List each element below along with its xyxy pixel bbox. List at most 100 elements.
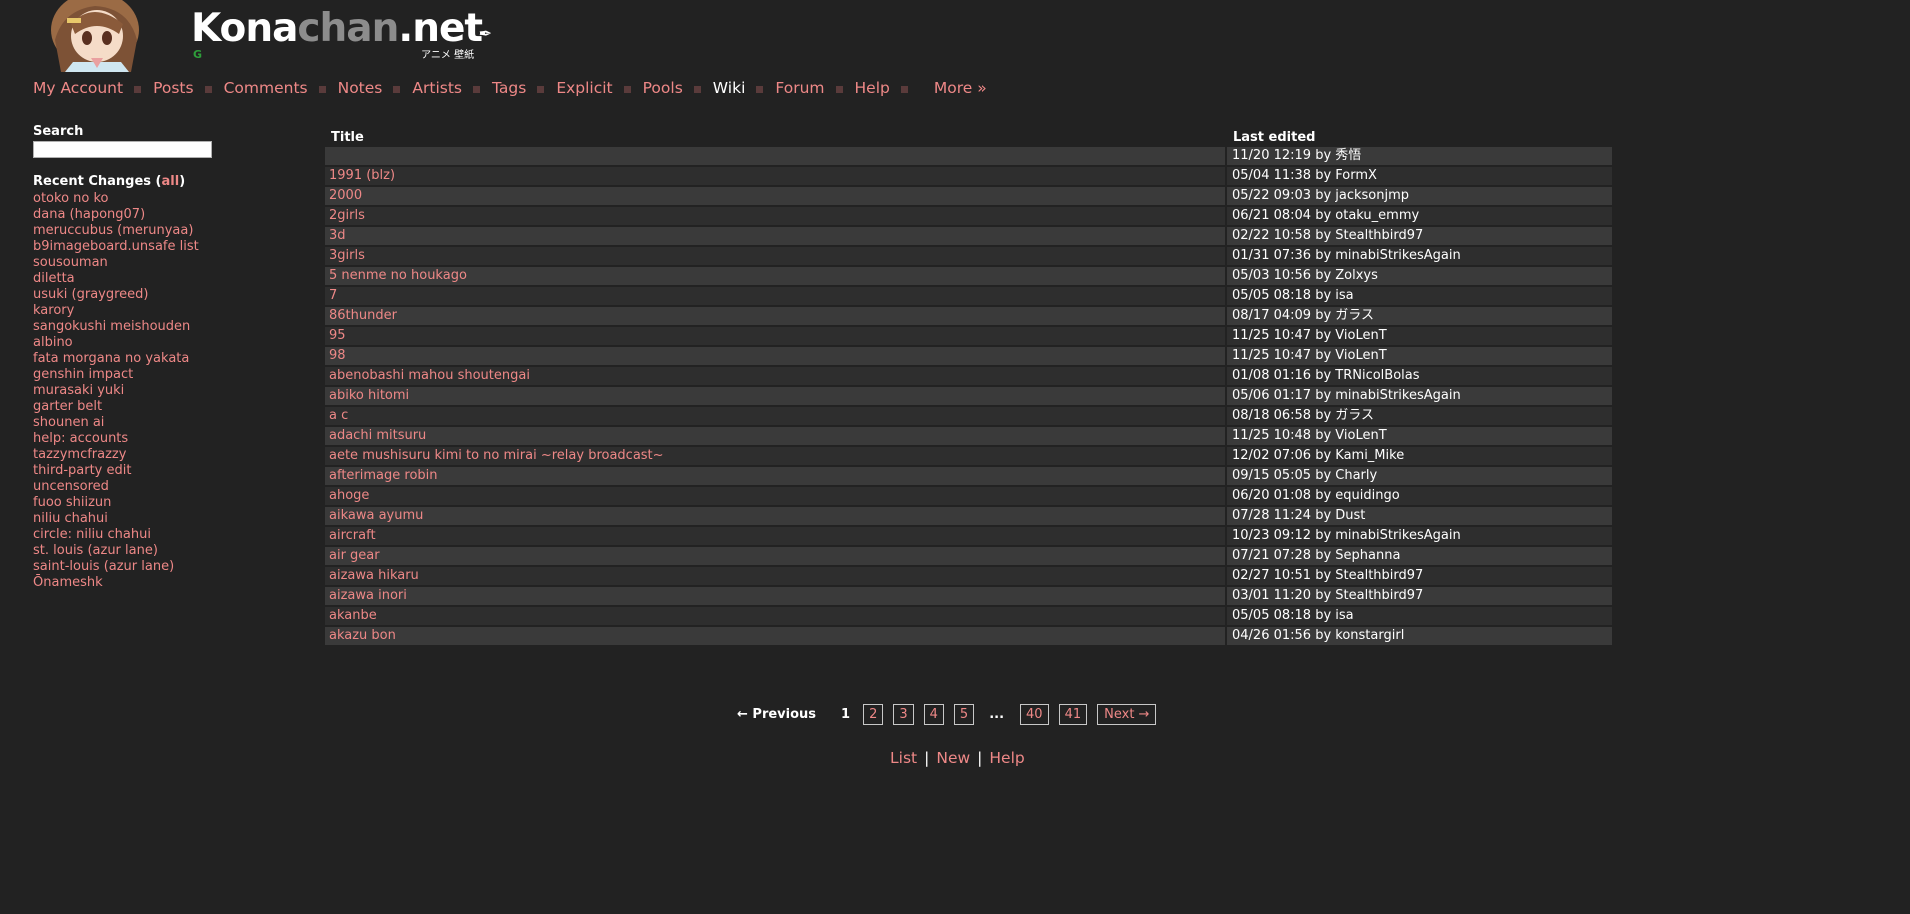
recent-change-link[interactable]: karory (33, 303, 233, 319)
main-nav: My Account Posts Comments Notes Artists … (33, 78, 987, 98)
wiki-page-link[interactable]: aete mushisuru kimi to no mirai ~relay b… (329, 448, 664, 463)
recent-change-link[interactable]: garter belt (33, 399, 233, 415)
recent-change-link[interactable]: otoko no ko (33, 191, 233, 207)
table-row: 3girls 01/31 07:36 by minabiStrikesAgain (325, 247, 1612, 267)
nav-more[interactable]: More » (934, 79, 987, 97)
nav-explicit[interactable]: Explicit (556, 79, 612, 97)
recent-change-link[interactable]: b9imageboard.unsafe list (33, 239, 233, 255)
wiki-page-title-cell: aete mushisuru kimi to no mirai ~relay b… (325, 447, 1227, 467)
recent-change-link[interactable]: tazzymcfrazzy (33, 447, 233, 463)
nav-wiki[interactable]: Wiki (713, 79, 746, 97)
page-5-link[interactable]: 5 (953, 703, 975, 725)
nav-artists[interactable]: Artists (412, 79, 462, 97)
wiki-page-title-cell: aikawa ayumu (325, 507, 1227, 527)
table-row: 1991 (blz) 05/04 11:38 by FormX (325, 167, 1612, 187)
next-page-button[interactable]: Next → (1097, 703, 1157, 725)
wiki-page-link[interactable]: 95 (329, 328, 346, 343)
last-edited-cell: 11/25 10:48 by VioLenT (1227, 427, 1612, 447)
wiki-page-link[interactable]: 1991 (blz) (329, 168, 395, 183)
nav-tags[interactable]: Tags (492, 79, 526, 97)
recent-change-link[interactable]: third-party edit (33, 463, 233, 479)
recent-change-link[interactable]: meruccubus (merunyaa) (33, 223, 233, 239)
nav-posts[interactable]: Posts (153, 79, 194, 97)
wiki-page-title-cell: 3d (325, 227, 1227, 247)
page-41-link[interactable]: 41 (1058, 703, 1088, 725)
recent-change-link[interactable]: uncensored (33, 479, 233, 495)
page-3-link[interactable]: 3 (893, 703, 914, 725)
logo-g-badge: G (193, 48, 203, 61)
wiki-page-link[interactable]: akanbe (329, 608, 377, 623)
wiki-page-title-cell: 2000 (325, 187, 1227, 207)
wiki-page-title-cell: 3girls (325, 247, 1227, 267)
recent-change-link[interactable]: Ōnameshk (33, 575, 233, 591)
nav-notes[interactable]: Notes (338, 79, 383, 97)
wiki-page-title-cell: ahoge (325, 487, 1227, 507)
wiki-page-link[interactable]: afterimage robin (329, 468, 438, 483)
nav-separator (472, 85, 480, 93)
wiki-page-link[interactable]: 98 (329, 348, 346, 363)
wiki-page-title-cell: aircraft (325, 527, 1227, 547)
nav-separator (835, 85, 843, 93)
wiki-page-link[interactable]: 7 (329, 288, 337, 303)
wiki-page-title-cell: abiko hitomi (325, 387, 1227, 407)
nav-forum[interactable]: Forum (775, 79, 824, 97)
wiki-page-link[interactable]: 86thunder (329, 308, 397, 323)
wiki-page-link[interactable]: 3girls (329, 248, 365, 263)
recent-change-link[interactable]: circle: niliu chahui (33, 527, 233, 543)
recent-changes-title: Recent Changes (all) (33, 174, 233, 190)
wiki-page-link[interactable]: 5 nenme no houkago (329, 268, 467, 283)
recent-change-link[interactable]: saint-louis (azur lane) (33, 559, 233, 575)
wiki-page-link[interactable]: aircraft (329, 528, 376, 543)
wiki-page-link[interactable]: a c (329, 408, 348, 423)
wiki-page-link[interactable]: 2000 (329, 188, 362, 203)
table-row: 98 11/25 10:47 by VioLenT (325, 347, 1612, 367)
new-link[interactable]: New (936, 749, 970, 767)
list-link[interactable]: List (890, 749, 917, 767)
wiki-page-link[interactable]: air gear (329, 548, 380, 563)
recent-change-link[interactable]: fata morgana no yakata (33, 351, 233, 367)
nav-separator (134, 85, 142, 93)
wiki-page-title-cell: 95 (325, 327, 1227, 347)
help-link[interactable]: Help (989, 749, 1024, 767)
table-row: 5 nenme no houkago 05/03 10:56 by Zolxys (325, 267, 1612, 287)
recent-change-link[interactable]: murasaki yuki (33, 383, 233, 399)
wiki-page-link[interactable]: ahoge (329, 488, 369, 503)
recent-change-link[interactable]: help: accounts (33, 431, 233, 447)
nav-comments[interactable]: Comments (224, 79, 308, 97)
recent-changes-list: otoko no ko dana (hapong07) meruccubus (me… (33, 191, 233, 591)
wiki-page-link[interactable]: adachi mitsuru (329, 428, 426, 443)
recent-change-link[interactable]: albino (33, 335, 233, 351)
wiki-page-link[interactable]: aizawa hikaru (329, 568, 419, 583)
recent-change-link[interactable]: fuoo shiizun (33, 495, 233, 511)
nav-help[interactable]: Help (855, 79, 890, 97)
wiki-page-title-cell: afterimage robin (325, 467, 1227, 487)
nav-my-account[interactable]: My Account (33, 79, 123, 97)
table-row: aikawa ayumu 07/28 11:24 by Dust (325, 507, 1612, 527)
wiki-page-title-cell: abenobashi mahou shoutengai (325, 367, 1227, 387)
wiki-page-link[interactable]: abenobashi mahou shoutengai (329, 368, 530, 383)
page-4-link[interactable]: 4 (923, 703, 944, 725)
table-row: 95 11/25 10:47 by VioLenT (325, 327, 1612, 347)
site-logo[interactable]: Konachan.net G アニメ 壁紙 ✒ (191, 6, 492, 62)
wiki-page-link[interactable]: 2girls (329, 208, 365, 223)
wiki-page-link[interactable]: aizawa inori (329, 588, 407, 603)
recent-change-link[interactable]: genshin impact (33, 367, 233, 383)
page-40-link[interactable]: 40 (1020, 703, 1049, 725)
search-input[interactable] (33, 141, 212, 158)
recent-change-link[interactable]: diletta (33, 271, 233, 287)
recent-changes-all-link[interactable]: all (162, 174, 180, 189)
anime-girl-mascot-icon[interactable] (33, 0, 159, 72)
recent-change-link[interactable]: niliu chahui (33, 511, 233, 527)
recent-change-link[interactable]: usuki (graygreed) (33, 287, 233, 303)
wiki-page-link[interactable]: 3d (329, 228, 346, 243)
recent-change-link[interactable]: dana (hapong07) (33, 207, 233, 223)
wiki-page-link[interactable]: abiko hitomi (329, 388, 409, 403)
page-2-link[interactable]: 2 (863, 703, 884, 725)
nav-pools[interactable]: Pools (643, 79, 683, 97)
recent-change-link[interactable]: st. louis (azur lane) (33, 543, 233, 559)
recent-change-link[interactable]: shounen ai (33, 415, 233, 431)
recent-change-link[interactable]: sousouman (33, 255, 233, 271)
recent-change-link[interactable]: sangokushi meishouden (33, 319, 233, 335)
wiki-page-link[interactable]: aikawa ayumu (329, 508, 423, 523)
wiki-page-link[interactable]: akazu bon (329, 628, 396, 643)
